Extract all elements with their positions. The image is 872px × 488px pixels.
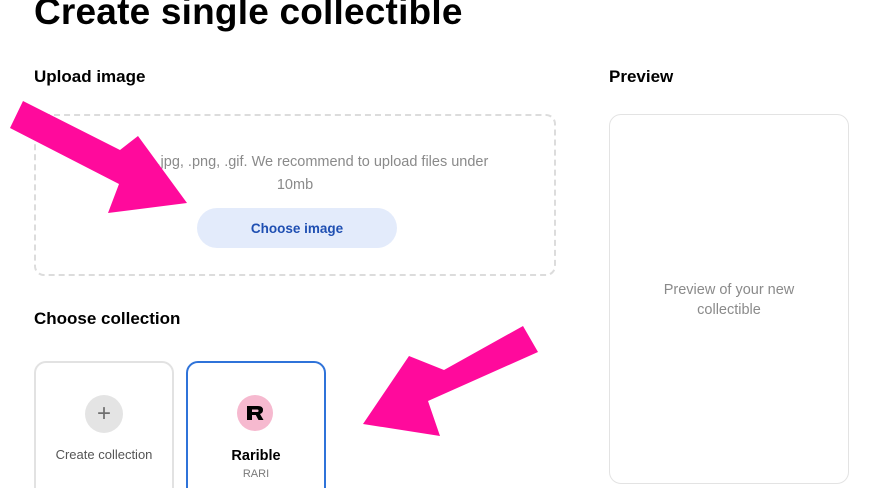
rarible-collection-name: Rarible <box>231 448 281 464</box>
preview-panel: Preview of your new collectible <box>609 114 849 484</box>
create-collection-card[interactable]: + Create collection <box>34 361 174 488</box>
preview-placeholder-text: Preview of your new collectible <box>663 282 795 318</box>
create-collection-label: Create collection <box>55 447 153 462</box>
preview-label: Preview <box>609 67 674 86</box>
choose-collection-label: Choose collection <box>34 309 181 328</box>
page-title: Create single collectible <box>34 0 463 32</box>
upload-image-label: Upload image <box>34 67 146 86</box>
create-collectible-page: Create single collectible Upload image S… <box>0 0 872 488</box>
upload-hint-text: Support .jpg, .png, .gif. We recommend t… <box>101 154 489 193</box>
rarible-collection-card[interactable]: Rarible RARI <box>186 361 326 488</box>
upload-dropzone[interactable]: Support .jpg, .png, .gif. We recommend t… <box>34 114 556 276</box>
rarible-collection-ticker: RARI <box>242 468 270 480</box>
plus-icon: + <box>85 395 123 433</box>
arrow-annotation-collection <box>363 326 538 436</box>
choose-image-button[interactable]: Choose image <box>197 208 397 248</box>
rarible-logo-icon <box>237 395 273 431</box>
